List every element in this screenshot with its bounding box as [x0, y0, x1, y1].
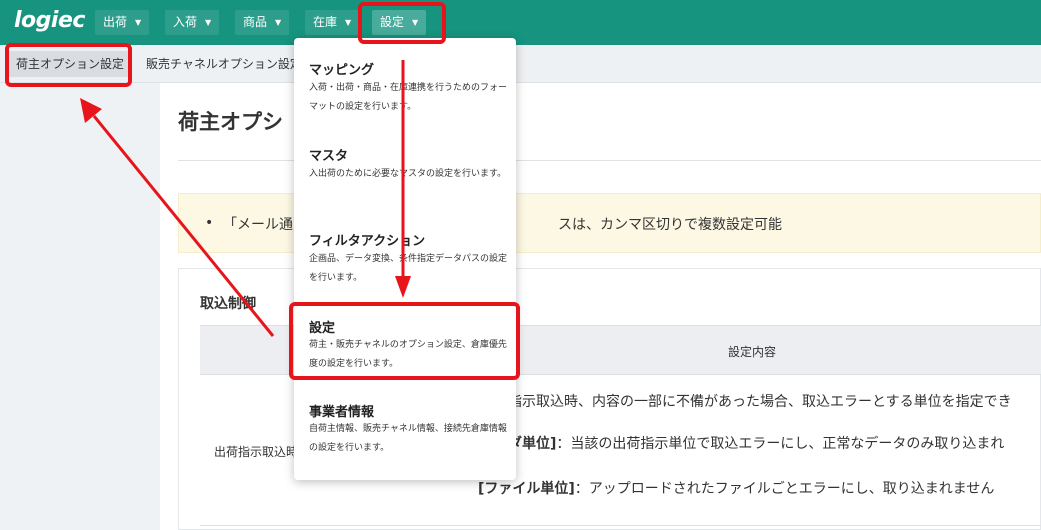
desc-text: ：当該の出荷指示単位で取込エラーにし、正常なデータのみ取り込まれ [556, 436, 1005, 452]
nav-receiving[interactable]: 入荷 ▼ [165, 10, 220, 35]
menu-item-desc: 自荷主情報、販売チャネル情報、接続先倉庫情報の設定を行います。 [309, 424, 507, 453]
caret-down-icon: ▼ [345, 18, 352, 27]
tab-sales-channel-options[interactable]: 販売チャネルオプション設定 [138, 51, 310, 77]
menu-item-title: フィルタアクション [309, 234, 426, 249]
sidebar [0, 83, 160, 530]
menu-item-master[interactable]: マスタ 入出荷のために必要なマスタの設定を行います。 [294, 132, 516, 216]
menu-item-desc: 入出荷のために必要なマスタの設定を行います。 [309, 169, 507, 179]
settings-dropdown-menu: マッピング 入荷・出荷・商品・在庫連携を行うためのフォーマットの設定を行います。… [294, 38, 516, 480]
top-nav-bar: logiec 出荷 ▼ 入荷 ▼ 商品 ▼ 在庫 ▼ 設定 ▼ [0, 0, 1041, 45]
description-line-2: ダ単位]：当該の出荷指示単位で取込エラーにし、正常なデータのみ取り込まれ [508, 433, 1004, 453]
menu-item-filter-action[interactable]: フィルタアクション 企画品、データ変換、条件指定データパスの設定を行います。 [294, 216, 516, 304]
caret-down-icon: ▼ [275, 18, 282, 27]
notice-text-start: 「メール通 [223, 217, 293, 233]
menu-item-title: マスタ [309, 149, 349, 164]
nav-inventory[interactable]: 在庫 ▼ [305, 10, 360, 35]
description-line-1: 指示取込時、内容の一部に不備があった場合、取込エラーとする単位を指定でき [508, 394, 1012, 410]
nav-receiving-label: 入荷 [173, 15, 198, 29]
caret-down-icon: ▼ [205, 18, 212, 27]
caret-down-icon: ▼ [135, 18, 142, 27]
sub-nav-bar: 荷主オプション設定 販売チャネルオプション設定 [0, 45, 1041, 83]
desc-text: ：アップロードされたファイルごとエラーにし、取り込まれません [574, 481, 995, 497]
page-title: 荷主オプシ [178, 110, 283, 134]
menu-item-business-info[interactable]: 事業者情報 自荷主情報、販売チャネル情報、接続先倉庫情報の設定を行います。 [294, 394, 516, 480]
menu-item-title: マッピング [309, 63, 375, 78]
divider [200, 525, 1041, 526]
description-line-3: [ファイル単位]：アップロードされたファイルごとエラーにし、取り込まれません [478, 478, 994, 498]
nav-shipping-label: 出荷 [103, 15, 128, 29]
column-header-settings: 設定内容 [728, 345, 777, 359]
menu-item-desc: 企画品、データ変換、条件指定データパスの設定を行います。 [309, 254, 508, 283]
row-label: 出荷指示取込時 [214, 445, 299, 459]
bullet: • [205, 215, 214, 231]
highlight-shipper-tab [5, 43, 132, 87]
desc-bold-term: [ファイル単位] [478, 481, 575, 497]
nav-inventory-label: 在庫 [313, 15, 338, 29]
nav-products[interactable]: 商品 ▼ [235, 10, 290, 35]
highlight-settings-menu-item [289, 302, 520, 380]
menu-item-desc: 入荷・出荷・商品・在庫連携を行うためのフォーマットの設定を行います。 [309, 83, 508, 112]
notice-text-end: スは、カンマ区切りで複数設定可能 [558, 217, 782, 233]
card-title: 取込制御 [200, 296, 256, 312]
menu-item-mapping[interactable]: マッピング 入荷・出荷・商品・在庫連携を行うためのフォーマットの設定を行います。 [294, 38, 516, 132]
highlight-settings-nav [358, 2, 446, 44]
menu-item-title: 事業者情報 [309, 405, 375, 420]
nav-products-label: 商品 [243, 15, 268, 29]
logo[interactable]: logiec [14, 8, 85, 33]
nav-shipping[interactable]: 出荷 ▼ [95, 10, 150, 35]
